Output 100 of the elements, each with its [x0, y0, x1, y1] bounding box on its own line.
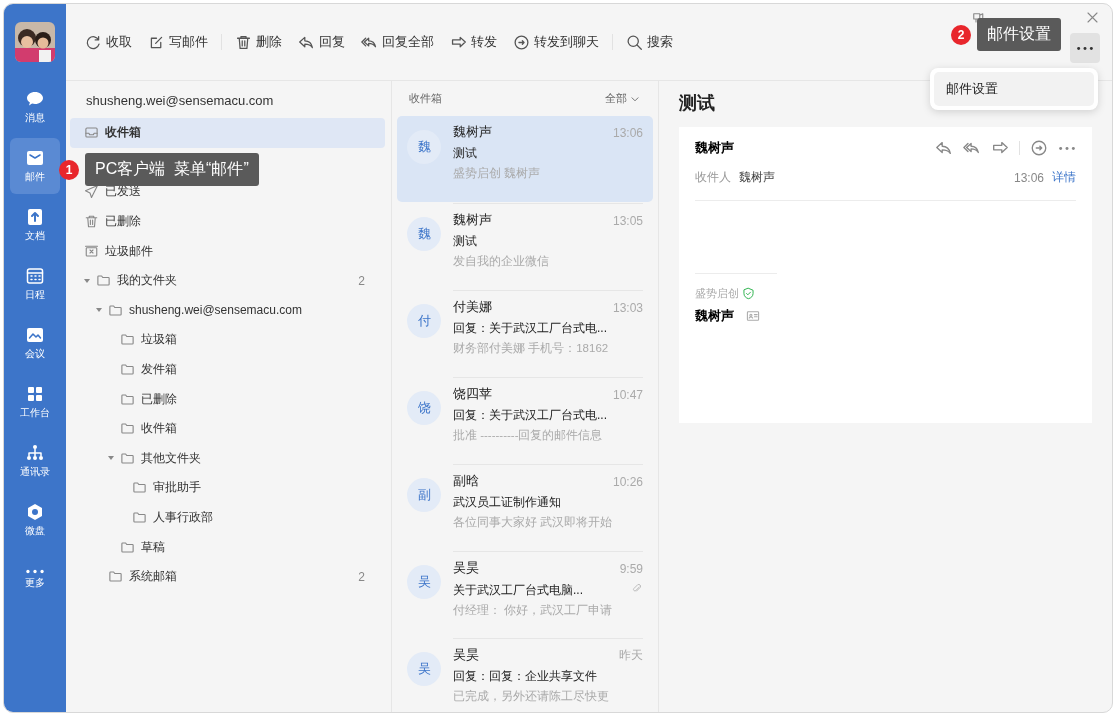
- nav-item[interactable]: 文档: [10, 197, 60, 253]
- message-item[interactable]: 魏 魏树声 13:06 测试 盛势启创 魏树声: [397, 116, 653, 202]
- toolbar-button[interactable]: 收取: [78, 29, 139, 55]
- org-icon: [25, 443, 45, 463]
- folder-item[interactable]: 垃圾邮件: [70, 236, 385, 266]
- folder-count: 2: [358, 569, 365, 584]
- nav-item[interactable]: 会议: [10, 315, 60, 371]
- message-preview: 批准 ----------回复的邮件信息: [453, 428, 604, 443]
- message-subject: 武汉员工证制作通知: [453, 494, 561, 511]
- message-subject: 回复：关于武汉工厂台式电...: [453, 320, 607, 337]
- details-link[interactable]: 详情: [1052, 169, 1076, 186]
- folder-label: 已发送: [105, 183, 142, 201]
- message-item[interactable]: 副 副晗 10:26 武汉员工证制作通知 各位同事大家好 武汉即将开始: [397, 464, 653, 550]
- spam-icon: [84, 243, 99, 259]
- folder-item[interactable]: 已删除: [70, 384, 385, 414]
- folder-item[interactable]: shusheng.wei@sensemacu.com: [70, 295, 385, 326]
- nav-item[interactable]: 工作台: [10, 374, 60, 430]
- folder-item[interactable]: 收件箱: [70, 118, 385, 148]
- folder-icon: [120, 421, 135, 437]
- grid-icon: [25, 384, 45, 404]
- message-preview: 盛势启创 魏树声: [453, 166, 542, 181]
- recipient-name: 魏树声: [739, 169, 775, 186]
- nav-item[interactable]: 更多: [10, 551, 60, 607]
- folder-icon: [120, 362, 135, 378]
- toolbar-button[interactable]: 回复全部: [354, 29, 441, 55]
- folder-item[interactable]: 我的文件夹 2: [70, 265, 385, 296]
- folder-label: 垃圾邮件: [105, 242, 154, 260]
- message-preview: 付经理： 你好，武汉工厂申请: [453, 603, 614, 618]
- close-button[interactable]: [1085, 10, 1100, 25]
- toolbar-button[interactable]: 搜索: [619, 29, 680, 55]
- close-icon: [1085, 10, 1100, 25]
- message-time: 昨天: [619, 647, 643, 664]
- sender-avatar: 副: [407, 478, 441, 512]
- folder-item[interactable]: 发件箱: [70, 354, 385, 385]
- nav-item[interactable]: 微盘: [10, 492, 60, 548]
- message-item[interactable]: 饶 饶四苹 10:47 回复：关于武汉工厂台式电... 批准 ----------回复的邮件信息: [397, 377, 653, 463]
- nav-item[interactable]: 通讯录: [10, 433, 60, 489]
- message-time: 13:03: [612, 300, 643, 315]
- folder-item[interactable]: 其他文件夹: [70, 443, 385, 474]
- folder-label: 收件箱: [141, 420, 178, 438]
- toolbar-button[interactable]: 转发: [443, 29, 504, 55]
- message-preview: 发自我的企业微信: [453, 254, 550, 269]
- folder-item[interactable]: 草稿: [70, 532, 385, 562]
- message-item[interactable]: 吴 吴昊 9:59 关于武汉工厂台式电脑... 付经理： 你好，武汉工厂申请: [397, 551, 653, 637]
- chatforward-icon: [513, 33, 530, 51]
- step-badge: 2: [951, 24, 971, 45]
- message-item[interactable]: 魏 魏树声 13:05 测试 发自我的企业微信: [397, 203, 653, 289]
- nav-item[interactable]: 消息: [10, 79, 60, 135]
- nav-item[interactable]: 日程: [10, 256, 60, 312]
- folder-item[interactable]: 已删除: [70, 206, 385, 237]
- message-preview: 财务部付美娜 手机号：18162: [453, 341, 610, 356]
- toolbar-button[interactable]: 删除: [228, 29, 289, 55]
- folder-count: 2: [358, 273, 365, 288]
- message-time: 10:47: [612, 387, 643, 402]
- folder-icon: [120, 450, 135, 466]
- calendar-icon: [25, 266, 45, 286]
- sender-avatar: 吴: [407, 565, 441, 599]
- message-subject: 回复：关于武汉工厂台式电...: [453, 407, 607, 424]
- filter-dropdown[interactable]: 全部: [605, 91, 641, 106]
- message-item[interactable]: 吴 吴昊 昨天 回复：回复：企业共享文件 已完成，另外还请陈工尽快更: [397, 638, 653, 712]
- message-item[interactable]: 付 付美娜 13:03 回复：关于武汉工厂台式电... 财务部付美娜 手机号：18162: [397, 290, 653, 376]
- folder-icon: [120, 391, 135, 407]
- toolbar-button[interactable]: 转发到聊天: [506, 29, 606, 55]
- meeting-icon: [25, 325, 45, 345]
- folder-label: 收件箱: [105, 124, 142, 142]
- sender-avatar: 付: [407, 304, 441, 338]
- list-title: 收件箱: [409, 91, 442, 106]
- sender-name: 魏树声: [695, 139, 734, 157]
- sender-name: 魏树声: [453, 124, 492, 141]
- sender-name: 吴昊: [453, 647, 479, 664]
- message-time: 9:59: [619, 561, 643, 576]
- menu-item[interactable]: 邮件设置: [934, 72, 1094, 106]
- folder-item[interactable]: 收件箱: [70, 413, 385, 444]
- expand-caret-icon[interactable]: [108, 455, 114, 462]
- folder-label: 审批助手: [153, 479, 202, 497]
- mail-time: 13:06: [1013, 170, 1044, 185]
- more-button[interactable]: [1070, 33, 1100, 63]
- step-badge: 1: [59, 159, 79, 180]
- tooltip: PC客户端 菜单“邮件”: [85, 153, 259, 186]
- toolbar-button[interactable]: 写邮件: [141, 29, 215, 55]
- message-subject: 回复：回复：企业共享文件: [453, 668, 597, 685]
- expand-caret-icon[interactable]: [84, 277, 90, 284]
- folder-item[interactable]: 垃圾箱: [70, 325, 385, 355]
- sender-name: 付美娜: [453, 299, 492, 316]
- sender-name: 饶四苹: [453, 386, 492, 403]
- folder-item[interactable]: 系统邮箱 2: [70, 561, 385, 592]
- message-preview: 各位同事大家好 武汉即将开始: [453, 515, 614, 530]
- toolbar-button[interactable]: 回复: [291, 29, 352, 55]
- folder-item[interactable]: 人事行政部: [70, 502, 385, 533]
- sender-name: 魏树声: [453, 212, 492, 229]
- folder-item[interactable]: 审批助手: [70, 473, 385, 503]
- message-preview: 已完成，另外还请陈工尽快更: [453, 689, 610, 704]
- folder-label: 我的文件夹: [117, 272, 178, 290]
- tooltip: 邮件设置: [977, 18, 1061, 51]
- chat-icon[interactable]: [1030, 139, 1048, 157]
- expand-caret-icon[interactable]: [96, 307, 102, 314]
- signature-company: 盛势启创: [695, 286, 739, 301]
- sender-avatar: 魏: [407, 130, 441, 164]
- message-time: 13:05: [612, 213, 643, 228]
- account-email: shusheng.wei@sensemacu.com: [85, 92, 275, 110]
